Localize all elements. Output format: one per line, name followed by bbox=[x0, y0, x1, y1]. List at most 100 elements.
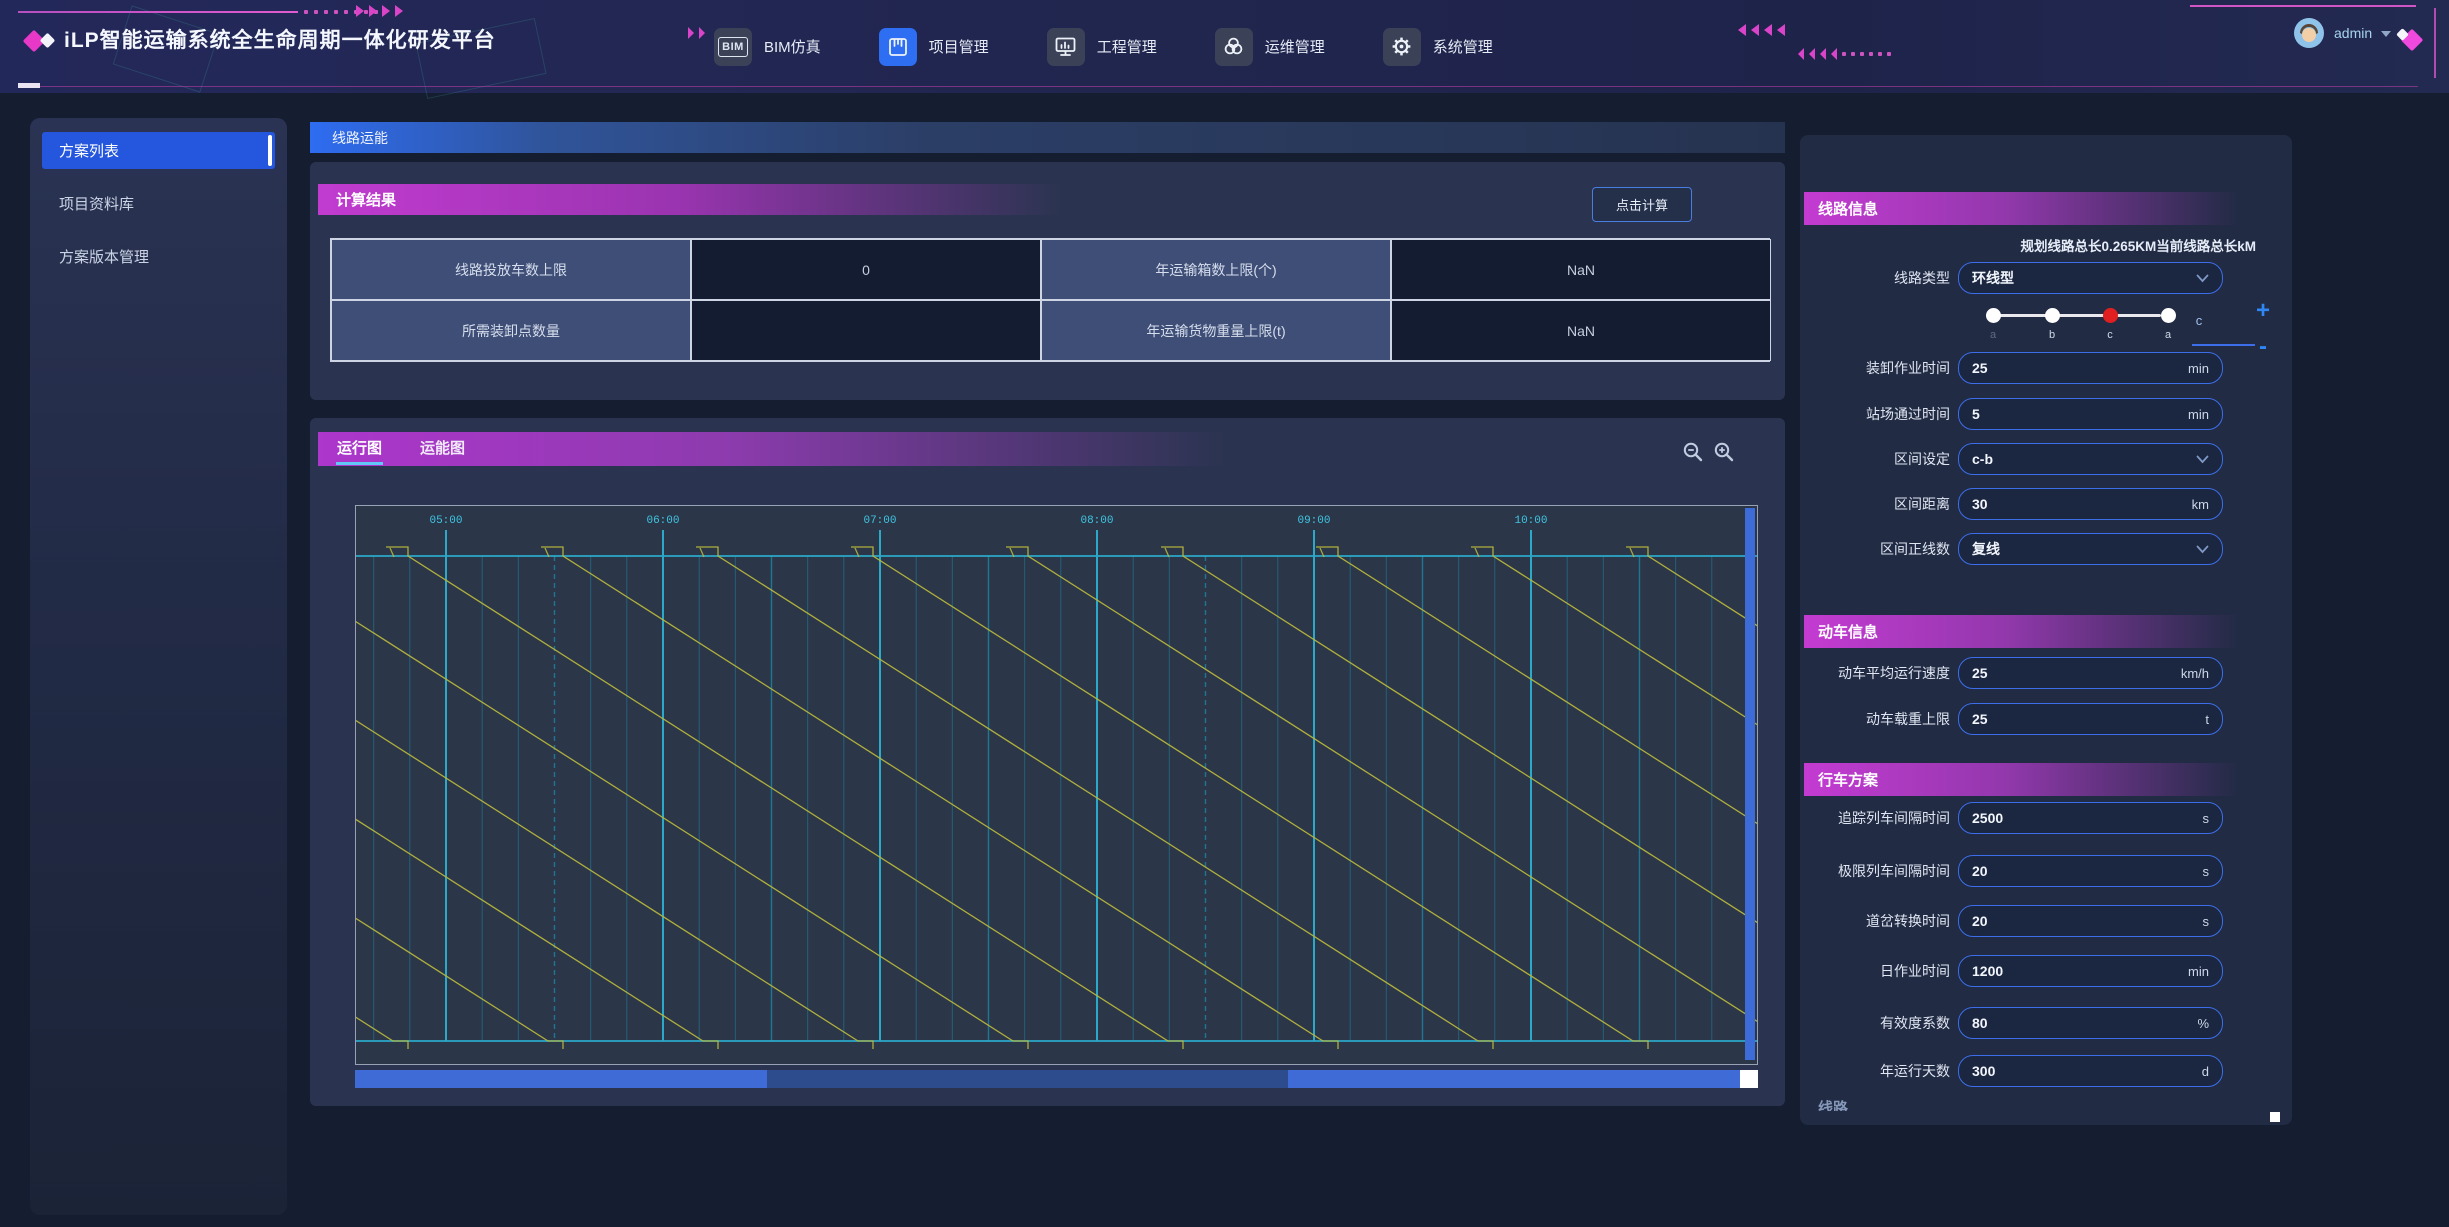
svg-text:10:00: 10:00 bbox=[1514, 515, 1547, 527]
line-info-row-2: 站场通过时间5min bbox=[1800, 398, 2292, 430]
nav-item-5[interactable]: 系统管理 bbox=[1383, 28, 1493, 66]
scrollbar-track-left[interactable] bbox=[355, 1070, 767, 1088]
add-station-button[interactable]: + bbox=[2256, 299, 2270, 323]
user-menu[interactable]: admin bbox=[2293, 17, 2391, 49]
field-label: 有效度系数 bbox=[1800, 1007, 1950, 1039]
select-line-info-5[interactable]: 复线 bbox=[1958, 533, 2223, 565]
results-table: 线路投放车数上限0年运输箱数上限(个)NaN所需装卸点数量年运输货物重量上限(t… bbox=[330, 238, 1770, 362]
sidebar-item-1[interactable]: 方案列表 bbox=[42, 132, 275, 169]
svg-text:07:00: 07:00 bbox=[863, 515, 896, 527]
clipped-section-label: 线路 bbox=[1818, 1097, 1848, 1111]
active-indicator bbox=[268, 135, 272, 166]
field-value: c-b bbox=[1972, 451, 1993, 467]
main-nav: BIMBIM仿真 项目管理 工程管理 运维管理 系统管理 bbox=[714, 0, 1493, 93]
table-value-cell: NaN bbox=[1391, 300, 1771, 361]
diagram-tabs: 运行图 运能图 bbox=[318, 432, 1782, 466]
field-value: 20 bbox=[1972, 863, 1988, 879]
nav-item-label: BIM仿真 bbox=[764, 36, 821, 57]
train-diagram-plot: 05:0006:0007:0008:0009:0010:00 bbox=[356, 506, 1757, 1067]
app-root: iLP智能运输系统全生命周期一体化研发平台 BIMBIM仿真 项目管理 工程管理 运维… bbox=[0, 0, 2449, 1227]
station-node-a[interactable] bbox=[2161, 308, 2176, 323]
field-unit: km/h bbox=[2181, 666, 2209, 681]
zoom-in-icon[interactable] bbox=[1713, 441, 1735, 463]
input-plan-5[interactable]: 80% bbox=[1958, 1007, 2223, 1039]
field-unit: d bbox=[2202, 1064, 2209, 1079]
input-line-info-4[interactable]: 30 km bbox=[1958, 488, 2223, 520]
station-label: a bbox=[1983, 329, 2003, 341]
station-name-input[interactable]: c bbox=[2184, 313, 2214, 328]
input-train-info-2[interactable]: 25t bbox=[1958, 703, 2223, 735]
train-info-title: 动车信息 bbox=[1804, 615, 2288, 648]
select-line-type-1[interactable]: 环线型 bbox=[1958, 262, 2223, 294]
panel-scroll-corner bbox=[2270, 1112, 2280, 1122]
field-unit: min bbox=[2188, 361, 2209, 376]
svg-text:06:00: 06:00 bbox=[646, 515, 679, 527]
station-label: c bbox=[2100, 329, 2120, 341]
station-slider-track bbox=[1986, 314, 2161, 317]
scrollbar-track-right[interactable] bbox=[1288, 1070, 1740, 1088]
field-label: 区间设定 bbox=[1800, 443, 1950, 475]
nav-item-1[interactable]: BIMBIM仿真 bbox=[714, 28, 821, 66]
plan-row-4: 日作业时间1200min bbox=[1800, 955, 2292, 987]
input-line-info-2[interactable]: 5min bbox=[1958, 398, 2223, 430]
sidebar-item-3[interactable]: 方案版本管理 bbox=[42, 238, 275, 275]
nav-item-label: 项目管理 bbox=[929, 36, 989, 57]
sidebar: 方案列表项目资料库方案版本管理 bbox=[30, 118, 287, 1215]
nav-item-label: 工程管理 bbox=[1097, 36, 1157, 57]
field-unit: km bbox=[2192, 497, 2209, 512]
chart-vertical-scrollbar[interactable] bbox=[1745, 508, 1755, 1060]
nav-item-2[interactable]: 项目管理 bbox=[879, 28, 989, 66]
header-bottom-line bbox=[18, 86, 2418, 87]
field-unit: min bbox=[2188, 964, 2209, 979]
tab-2[interactable]: 运能图 bbox=[419, 434, 466, 465]
input-train-info-1[interactable]: 25km/h bbox=[1958, 657, 2223, 689]
input-line-info-1[interactable]: 25min bbox=[1958, 352, 2223, 384]
table-label-cell: 所需装卸点数量 bbox=[331, 300, 691, 361]
nav-item-label: 运维管理 bbox=[1265, 36, 1325, 57]
station-node-c[interactable] bbox=[2103, 308, 2118, 323]
app-header: iLP智能运输系统全生命周期一体化研发平台 BIMBIM仿真 项目管理 工程管理 运维… bbox=[0, 0, 2449, 93]
field-unit: t bbox=[2205, 712, 2209, 727]
station-node-b[interactable] bbox=[2045, 308, 2060, 323]
nav-item-4[interactable]: 运维管理 bbox=[1215, 28, 1325, 66]
field-unit: min bbox=[2188, 407, 2209, 422]
tab-1[interactable]: 运行图 bbox=[336, 434, 383, 465]
field-label: 线路类型 bbox=[1800, 262, 1950, 294]
station-node-a[interactable] bbox=[1986, 308, 2001, 323]
header-top-line bbox=[18, 11, 298, 13]
chevron-down-icon bbox=[2196, 455, 2209, 464]
arrows-left-dots-decoration bbox=[1798, 48, 1891, 60]
input-plan-2[interactable]: 20 s bbox=[1958, 855, 2223, 887]
scrollbar-thumb[interactable] bbox=[767, 1070, 1288, 1088]
plan-title: 行车方案 bbox=[1804, 763, 2288, 796]
input-plan-6[interactable]: 300d bbox=[1958, 1055, 2223, 1087]
field-label: 区间距离 bbox=[1800, 488, 1950, 520]
table-value-cell bbox=[691, 300, 1041, 361]
field-unit: s bbox=[2203, 864, 2210, 879]
calculate-button[interactable]: 点击计算 bbox=[1592, 187, 1692, 222]
zoom-out-icon[interactable] bbox=[1682, 441, 1704, 463]
train-info-row-1: 动车平均运行速度25km/h bbox=[1800, 657, 2292, 689]
station-name-underline bbox=[2192, 344, 2255, 346]
train-diagram-chart[interactable]: 05:0006:0007:0008:0009:0010:00 bbox=[355, 505, 1758, 1065]
input-plan-1[interactable]: 2500s bbox=[1958, 802, 2223, 834]
scrollbar-corner bbox=[1740, 1070, 1758, 1088]
select-line-info-3[interactable]: c-b bbox=[1958, 443, 2223, 475]
sidebar-item-2[interactable]: 项目资料库 bbox=[42, 185, 275, 222]
input-plan-4[interactable]: 1200min bbox=[1958, 955, 2223, 987]
field-value: 30 bbox=[1972, 496, 1988, 512]
breadcrumb: 线路运能 bbox=[310, 122, 1785, 153]
field-label: 追踪列车间隔时间 bbox=[1800, 802, 1950, 834]
plan-row-6: 年运行天数300d bbox=[1800, 1055, 2292, 1087]
settings-icon bbox=[1383, 28, 1421, 66]
field-label: 年运行天数 bbox=[1800, 1055, 1950, 1087]
nav-item-3[interactable]: 工程管理 bbox=[1047, 28, 1157, 66]
field-value: 环线型 bbox=[1972, 268, 2014, 288]
app-title: iLP智能运输系统全生命周期一体化研发平台 bbox=[64, 24, 496, 54]
input-plan-3[interactable]: 20s bbox=[1958, 905, 2223, 937]
header-right-vline bbox=[2434, 8, 2436, 78]
field-unit: s bbox=[2203, 914, 2210, 929]
diagram-panel: 运行图运能图 05:0006:0007:0008:0009:0010:00 bbox=[310, 418, 1785, 1106]
chart-horizontal-scrollbar[interactable] bbox=[355, 1070, 1758, 1088]
results-title: 计算结果 bbox=[318, 184, 1518, 215]
